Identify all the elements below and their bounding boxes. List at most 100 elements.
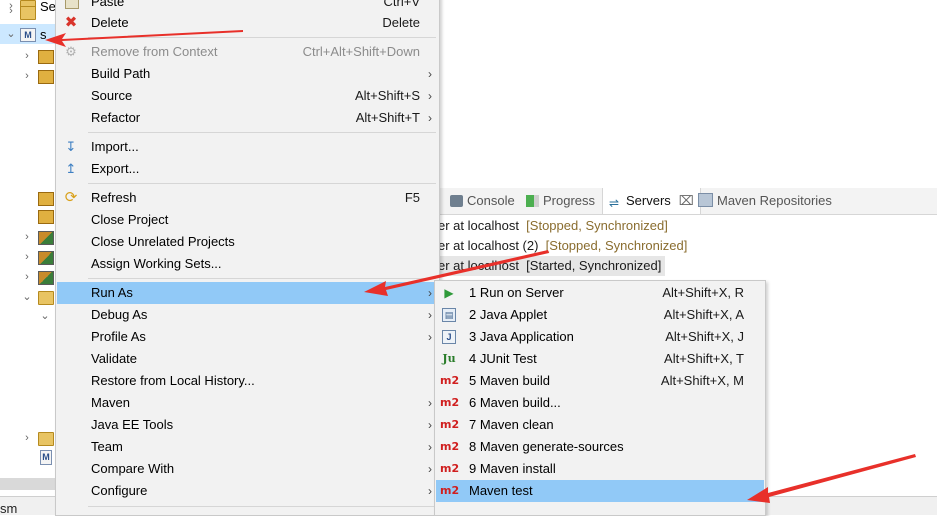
- tree-node[interactable]: ›: [0, 428, 60, 448]
- menu-item-refresh[interactable]: ⟳ Refresh F5: [57, 187, 438, 209]
- menu-item-restore-from-local-history[interactable]: Restore from Local History...: [57, 370, 438, 392]
- menu-item-build-path[interactable]: Build Path ›: [57, 63, 438, 85]
- maven-m2-icon: m2: [440, 418, 460, 431]
- submenu-item-maven-clean[interactable]: m2 7 Maven clean: [436, 414, 764, 436]
- menu-item-close-project[interactable]: Close Project: [57, 209, 438, 231]
- menu-item-source[interactable]: Source Alt+Shift+S ›: [57, 85, 438, 107]
- chevron-right-icon[interactable]: ›: [20, 48, 34, 64]
- tree-node[interactable]: ›: [0, 267, 60, 287]
- package-folder-icon: [38, 192, 54, 206]
- menu-separator: [88, 506, 436, 507]
- delete-icon: ✖: [64, 14, 78, 31]
- server-name: er at localhost: [438, 258, 519, 273]
- menu-item-refactor[interactable]: Refactor Alt+Shift+T ›: [57, 107, 438, 129]
- horizontal-scrollbar[interactable]: [0, 478, 56, 490]
- package-folder-icon: [38, 70, 54, 84]
- run-as-submenu: ▶ 1 Run on Server Alt+Shift+X, R ▤ 2 Jav…: [434, 280, 766, 516]
- submenu-item-shortcut: Alt+Shift+X, R: [662, 285, 744, 300]
- submenu-item-label: 8 Maven generate-sources: [469, 439, 624, 454]
- server-name: er at localhost: [438, 218, 519, 233]
- server-row-selected[interactable]: er at localhost [Started, Synchronized]: [438, 256, 666, 276]
- chevron-right-icon[interactable]: ›: [20, 229, 34, 245]
- submenu-item-maven-build-config[interactable]: m2 6 Maven build...: [436, 392, 764, 414]
- submenu-item-run-on-server[interactable]: ▶ 1 Run on Server Alt+Shift+X, R: [436, 282, 764, 304]
- submenu-item-label: 3 Java Application: [469, 329, 574, 344]
- menu-item-label: Remove from Context: [91, 44, 218, 59]
- close-icon[interactable]: ⌧: [679, 193, 694, 208]
- menu-item-maven[interactable]: Maven ›: [57, 392, 438, 414]
- menu-item-shortcut: Ctrl+Alt+Shift+Down: [302, 44, 420, 59]
- java-applet-icon: ▤: [442, 308, 456, 322]
- pom-file-icon: M: [40, 450, 52, 465]
- menu-item-label: Close Unrelated Projects: [91, 234, 235, 249]
- tree-node-selected-project[interactable]: ⌄ M s: [0, 24, 60, 44]
- server-row[interactable]: er at localhost (2) [Stopped, Synchroniz…: [438, 236, 687, 256]
- menu-item-assign-working-sets[interactable]: Assign Working Sets...: [57, 253, 438, 275]
- chevron-right-icon: ›: [428, 286, 432, 300]
- tab-label: Servers: [626, 193, 671, 208]
- chevron-down-icon[interactable]: ⌄: [38, 308, 52, 324]
- menu-item-compare-with[interactable]: Compare With ›: [57, 458, 438, 480]
- submenu-item-maven-install[interactable]: m2 9 Maven install: [436, 458, 764, 480]
- chevron-right-icon[interactable]: ›: [20, 249, 34, 265]
- chevron-down-icon[interactable]: ⌄: [4, 26, 18, 42]
- chevron-right-icon[interactable]: ›: [20, 430, 34, 446]
- chevron-right-icon: ›: [428, 89, 432, 103]
- chevron-right-icon[interactable]: ›: [20, 269, 34, 285]
- menu-item-shortcut: Alt+Shift+T: [355, 110, 420, 125]
- tab-label: Progress: [543, 193, 596, 208]
- server-row[interactable]: er at localhost [Stopped, Synchronized]: [438, 216, 668, 236]
- submenu-item-java-applet[interactable]: ▤ 2 Java Applet Alt+Shift+X, A: [436, 304, 764, 326]
- menu-item-label: Java EE Tools: [91, 417, 174, 432]
- menu-item-label: Refresh: [91, 190, 137, 205]
- chevron-right-icon[interactable]: ›: [4, 3, 18, 19]
- chevron-down-icon[interactable]: ⌄: [20, 289, 34, 305]
- chevron-right-icon[interactable]: ›: [20, 68, 34, 84]
- tree-node[interactable]: ›: [0, 66, 60, 86]
- tab-servers[interactable]: ⇌ Servers ⌧: [602, 188, 701, 214]
- submenu-item-maven-test[interactable]: m2 Maven test: [436, 480, 764, 502]
- tree-node[interactable]: [0, 206, 60, 226]
- tree-node[interactable]: [0, 188, 60, 208]
- menu-item-remove-from-context[interactable]: ⚙ Remove from Context Ctrl+Alt+Shift+Dow…: [57, 41, 438, 63]
- submenu-item-maven-build[interactable]: m2 5 Maven build Alt+Shift+X, M: [436, 370, 764, 392]
- menu-item-delete[interactable]: ✖ Delete Delete: [57, 12, 438, 34]
- tree-node[interactable]: ›: [0, 1, 60, 21]
- submenu-item-label: 4 JUnit Test: [469, 351, 537, 366]
- tree-node-label: s: [40, 27, 47, 42]
- menu-item-run-as[interactable]: Run As ›: [57, 282, 438, 304]
- menu-item-debug-as[interactable]: Debug As ›: [57, 304, 438, 326]
- menu-item-team[interactable]: Team ›: [57, 436, 438, 458]
- submenu-item-label: 6 Maven build...: [469, 395, 561, 410]
- library-icon: [38, 251, 54, 265]
- tree-node[interactable]: ›: [0, 46, 60, 66]
- submenu-item-label: 5 Maven build: [469, 373, 550, 388]
- menu-item-shortcut: F5: [404, 190, 420, 205]
- import-icon: ↧: [65, 139, 77, 154]
- menu-item-validate[interactable]: Validate: [57, 348, 438, 370]
- menu-item-label: Close Project: [91, 212, 169, 227]
- tree-node[interactable]: ›: [0, 247, 60, 267]
- menu-item-import[interactable]: ↧ Import...: [57, 136, 438, 158]
- tab-console[interactable]: Console: [450, 188, 515, 214]
- menu-item-label: Refactor: [91, 110, 141, 125]
- menu-item-profile-as[interactable]: Profile As ›: [57, 326, 438, 348]
- menu-item-export[interactable]: ↥ Export...: [57, 158, 438, 180]
- menu-item-java-ee-tools[interactable]: Java EE Tools ›: [57, 414, 438, 436]
- submenu-item-maven-generate-sources[interactable]: m2 8 Maven generate-sources: [436, 436, 764, 458]
- junit-icon: Ju: [442, 352, 456, 365]
- tree-node[interactable]: ⌄: [0, 306, 60, 326]
- tab-maven-repositories[interactable]: Maven Repositories: [698, 188, 832, 214]
- folder-icon: [38, 432, 54, 446]
- tab-label: Maven Repositories: [717, 193, 832, 208]
- chevron-right-icon: ›: [428, 396, 432, 410]
- submenu-item-java-application[interactable]: J 3 Java Application Alt+Shift+X, J: [436, 326, 764, 348]
- submenu-item-junit-test[interactable]: Ju 4 JUnit Test Alt+Shift+X, T: [436, 348, 764, 370]
- tree-node[interactable]: M: [0, 448, 60, 468]
- remove-context-icon: ⚙: [65, 44, 77, 59]
- tab-progress[interactable]: Progress: [526, 188, 595, 214]
- tree-node[interactable]: ⌄: [0, 287, 60, 307]
- menu-item-configure[interactable]: Configure ›: [57, 480, 438, 502]
- tree-node[interactable]: ›: [0, 227, 60, 247]
- menu-item-close-unrelated-projects[interactable]: Close Unrelated Projects: [57, 231, 438, 253]
